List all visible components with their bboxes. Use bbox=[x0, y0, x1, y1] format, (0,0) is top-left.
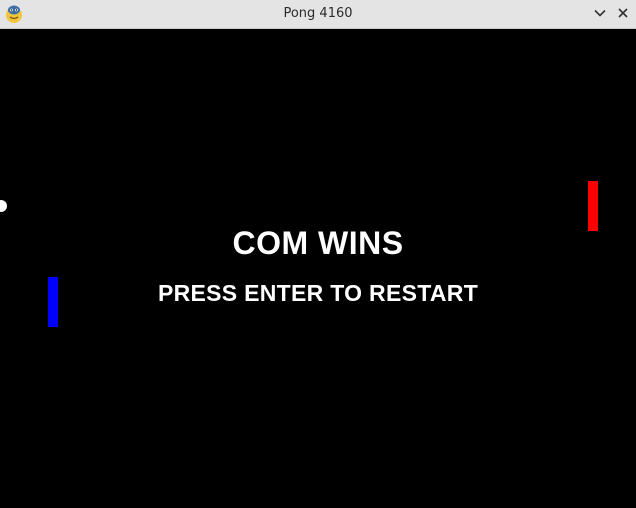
winner-message: COM WINS bbox=[232, 225, 404, 261]
close-icon bbox=[616, 5, 630, 24]
game-canvas[interactable]: COM WINS PRESS ENTER TO RESTART bbox=[0, 29, 636, 508]
game-window: Pong 4160 COM WINS PRESS ENTER TO RESTAR… bbox=[0, 0, 636, 508]
minimize-button[interactable] bbox=[591, 5, 609, 23]
window-title: Pong 4160 bbox=[283, 6, 353, 21]
chevron-down-icon bbox=[593, 5, 607, 24]
title-bar: Pong 4160 bbox=[0, 0, 636, 29]
restart-prompt: PRESS ENTER TO RESTART bbox=[157, 280, 479, 306]
close-button[interactable] bbox=[614, 5, 632, 23]
com-paddle bbox=[588, 181, 598, 231]
ball bbox=[0, 200, 7, 212]
